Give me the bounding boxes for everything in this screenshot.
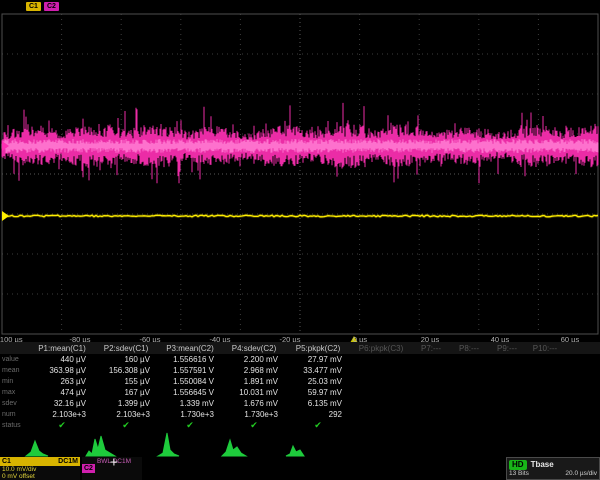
table-row: sdev32.16 µV1.399 µV1.339 mV1.676 mV6.13… (0, 398, 600, 409)
tbase-label: Tbase (531, 460, 554, 469)
c1-offset-marker-icon[interactable] (2, 211, 9, 221)
row-label: sdev (0, 400, 30, 407)
measurement-value: 363.98 µV (30, 366, 94, 375)
oscilloscope-screen: C1 C2 -100 µs-80 µs-60 µs-40 µs-20 µs0 µ… (0, 0, 600, 480)
measurement-value: 156.308 µV (94, 366, 158, 375)
measurement-value: 292 (286, 410, 350, 419)
measurement-value: 167 µV (94, 388, 158, 397)
measurement-value: 1.730e+3 (222, 410, 286, 419)
measurement-value: 1.399 µV (94, 399, 158, 408)
measurement-value: 440 µV (30, 355, 94, 364)
measurement-value: 25.03 mV (286, 377, 350, 386)
measurement-value: 6.135 mV (286, 399, 350, 408)
c1-label: C1 (2, 457, 11, 466)
row-label: mean (0, 367, 30, 374)
measurement-header-P7[interactable]: P7:--- (412, 344, 450, 353)
measurement-value: 2.103e+3 (94, 410, 158, 419)
table-row: P1:mean(C1)P2:sdev(C1)P3:mean(C2)P4:sdev… (0, 342, 600, 354)
measurement-histicon (158, 433, 179, 456)
measurement-value: 59.97 mV (286, 388, 350, 397)
measurement-value: 263 µV (30, 377, 94, 386)
c1-descriptor-box[interactable]: C1 DC1M 10.0 mV/div 0 mV offset (0, 457, 80, 480)
row-label: value (0, 356, 30, 363)
measurement-value: 1.676 mV (222, 399, 286, 408)
measurement-value: 1.550084 V (158, 377, 222, 386)
measurement-header-P5[interactable]: P5:pkpk(C2) (286, 344, 350, 353)
measurement-value: 1.339 mV (158, 399, 222, 408)
measurement-value: 10.031 mV (222, 388, 286, 397)
table-row: min263 µV155 µV1.550084 V1.891 mV25.03 m… (0, 376, 600, 387)
table-row: num2.103e+32.103e+31.730e+31.730e+3292 (0, 409, 600, 420)
row-label: max (0, 389, 30, 396)
timebase-descriptor-box[interactable]: HD Tbase 13 Bits 20.0 µs/div (506, 457, 600, 480)
row-label: status (0, 422, 30, 429)
measurement-histicon (286, 446, 304, 456)
measurement-header-P4[interactable]: P4:sdev(C2) (222, 344, 286, 353)
measurement-header-P10[interactable]: P10:--- (526, 344, 564, 353)
cursor-cross-icon[interactable]: + (110, 455, 118, 470)
measurement-value: 160 µV (94, 355, 158, 364)
row-label: min (0, 378, 30, 385)
measurement-header-P2[interactable]: P2:sdev(C1) (94, 344, 158, 353)
measurement-header-P1[interactable]: P1:mean(C1) (30, 344, 94, 353)
measurement-value: 1.730e+3 (158, 410, 222, 419)
measurement-histicon (26, 441, 48, 456)
measurement-value: 33.477 mV (286, 366, 350, 375)
c2-label: C2 (82, 464, 95, 473)
measurement-value: 32.16 µV (30, 399, 94, 408)
table-row: max474 µV167 µV1.556645 V10.031 mV59.97 … (0, 387, 600, 398)
hd-mode-badge: HD (509, 460, 527, 470)
measurement-value: 155 µV (94, 377, 158, 386)
measurement-header-P3[interactable]: P3:mean(C2) (158, 344, 222, 353)
measurement-value: 2.103e+3 (30, 410, 94, 419)
measurement-value: 474 µV (30, 388, 94, 397)
measurement-histicons (0, 430, 600, 458)
tbase-time-per-div: 20.0 µs/div (565, 470, 597, 478)
measurement-header-P9[interactable]: P9:--- (488, 344, 526, 353)
measurement-histicon (222, 440, 246, 456)
waveform-display[interactable] (0, 0, 600, 345)
measurement-value: 2.200 mV (222, 355, 286, 364)
table-row: value440 µV160 µV1.556616 V2.200 mV27.97… (0, 354, 600, 365)
tbase-bits: 13 Bits (509, 470, 529, 478)
measurement-value: 27.97 mV (286, 355, 350, 364)
measurement-value: 1.556616 V (158, 355, 222, 364)
c1-offset: 0 mV offset (0, 473, 80, 480)
measurement-table: P1:mean(C1)P2:sdev(C1)P3:mean(C2)P4:sdev… (0, 342, 600, 431)
measurement-value: 1.891 mV (222, 377, 286, 386)
measurement-value: 1.557591 V (158, 366, 222, 375)
measurement-value: 1.556645 V (158, 388, 222, 397)
measurement-header-P8[interactable]: P8:--- (450, 344, 488, 353)
table-row: mean363.98 µV156.308 µV1.557591 V2.968 m… (0, 365, 600, 376)
c1-coupling: DC1M (58, 457, 78, 466)
bottom-bar: C1 DC1M 10.0 mV/div 0 mV offset C2BWL DC… (0, 457, 600, 480)
row-label: num (0, 411, 30, 418)
c1-volts-per-div: 10.0 mV/div (0, 466, 80, 473)
measurement-value: 2.968 mV (222, 366, 286, 375)
measurement-header-P6[interactable]: P6:pkpk(C3) (350, 344, 412, 353)
measurement-histicon (86, 436, 115, 456)
